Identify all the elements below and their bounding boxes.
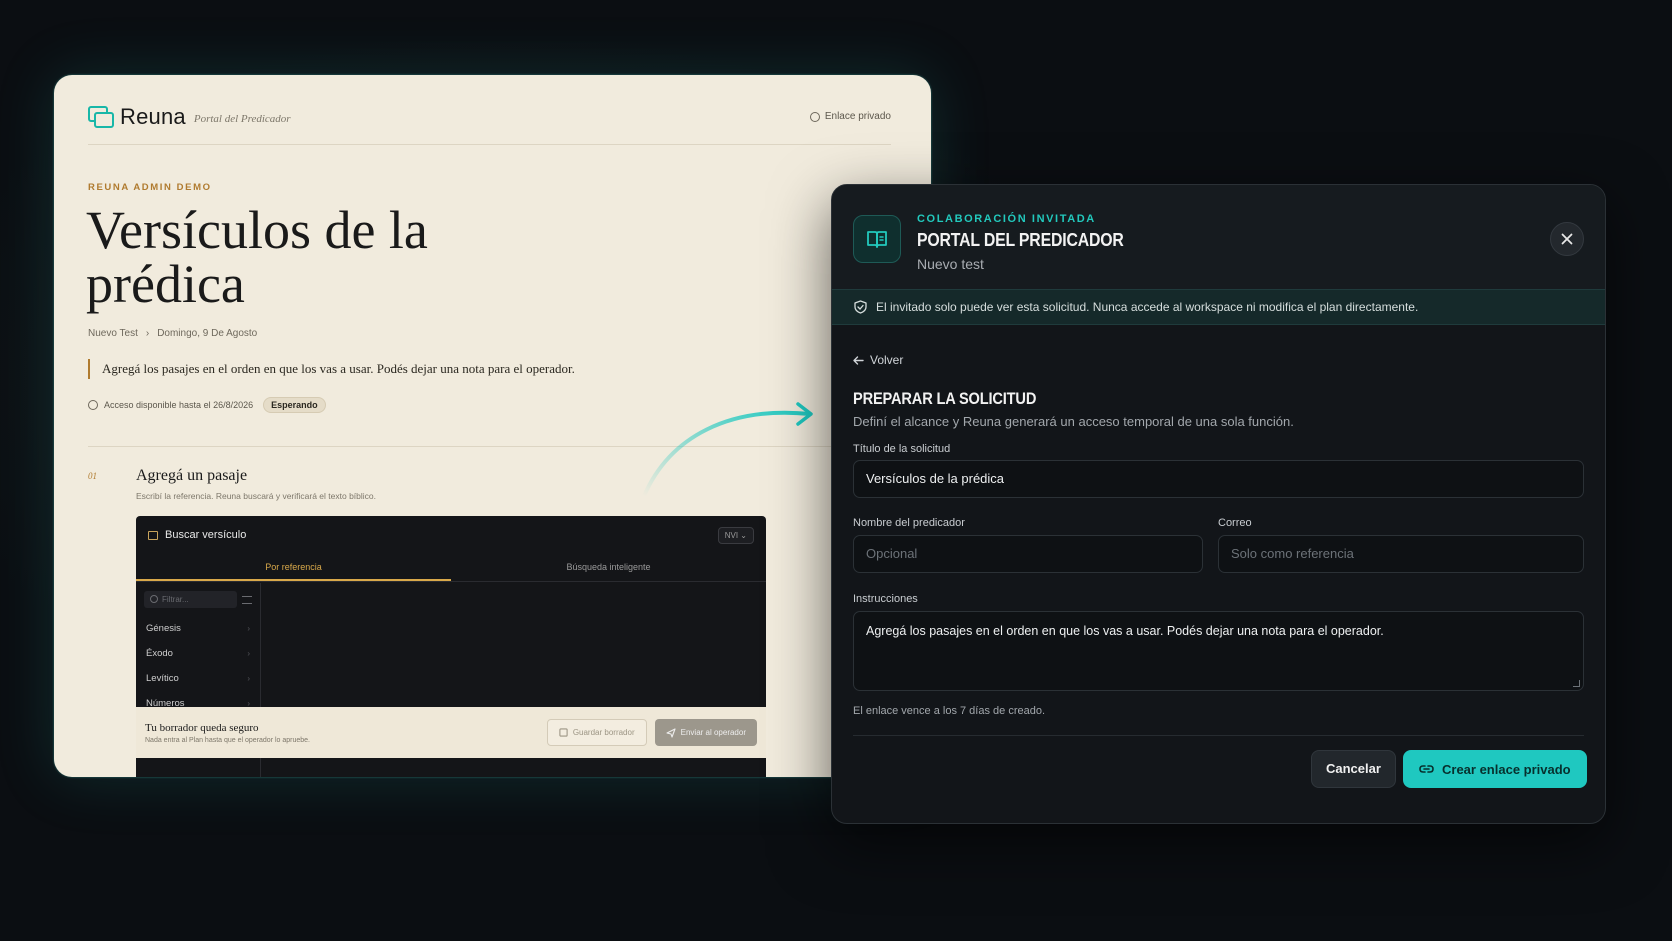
permission-notice-text: El invitado solo puede ver esta solicitu…: [876, 300, 1419, 314]
back-link[interactable]: Volver: [853, 353, 903, 367]
breadcrumb-separator: ›: [145, 328, 150, 339]
back-label: Volver: [870, 353, 904, 367]
lock-icon: [809, 111, 820, 122]
book-item[interactable]: Génesis ›: [136, 616, 260, 641]
book-filter-input[interactable]: Filtrar...: [144, 591, 237, 608]
create-private-link-button[interactable]: Crear enlace privado: [1403, 750, 1587, 788]
step-number: 01: [88, 471, 97, 481]
book-item[interactable]: Éxodo ›: [136, 641, 260, 666]
access-info: Acceso disponible hasta el 26/8/2026 Esp…: [88, 397, 326, 413]
verse-search-header: Buscar versículo NVI ⌄: [136, 516, 766, 554]
draft-subtitle: Nada entra al Plan hasta que el operador…: [145, 736, 311, 744]
request-title-input[interactable]: Versículos de la prédica: [853, 460, 1584, 498]
save-icon: [559, 728, 568, 737]
book-item-label: Levítico: [146, 673, 179, 684]
create-link-modal: COLABORACIÓN INVITADA PORTAL DEL PREDICA…: [831, 184, 1606, 824]
chevron-right-icon: ›: [247, 649, 250, 658]
search-tabs: Por referencia Búsqueda inteligente: [136, 554, 766, 582]
instructions-textarea[interactable]: Agregá los pasajes en el orden en que lo…: [853, 611, 1584, 691]
breadcrumb-date: Domingo, 9 De Agosto: [157, 328, 258, 339]
status-badge: Esperando: [263, 397, 326, 413]
page-title: Versículos de la prédica: [86, 200, 428, 314]
step-subtitle: Escribí la referencia. Reuna buscará y v…: [136, 491, 377, 501]
private-link-label: Enlace privado: [824, 111, 891, 122]
list-icon[interactable]: [242, 595, 252, 604]
send-label: Enviar al operador: [680, 728, 746, 737]
close-button[interactable]: [1550, 222, 1584, 256]
modal-subtitle: Nuevo test: [917, 256, 984, 272]
link-icon: [1419, 765, 1434, 773]
cancel-button[interactable]: Cancelar: [1311, 750, 1396, 788]
request-title-label: Título de la solicitud: [853, 443, 951, 455]
section-title: PREPARAR LA SOLICITUD: [853, 389, 1037, 408]
shield-check-icon: [854, 300, 867, 314]
portal-header: Reuna Portal del Predicador Enlace priva…: [88, 89, 891, 145]
tab-smart-search[interactable]: Búsqueda inteligente: [451, 554, 766, 581]
preacher-name-input[interactable]: Opcional: [853, 535, 1203, 573]
step-title: Agregá un pasaje: [136, 467, 248, 484]
book-item[interactable]: Levítico ›: [136, 666, 260, 691]
save-draft-button[interactable]: Guardar borrador: [546, 719, 647, 746]
close-icon: [1561, 233, 1573, 245]
send-icon: [666, 727, 676, 738]
breadcrumb-test: Nuevo Test: [88, 328, 138, 339]
private-link-indicator: Enlace privado: [809, 111, 891, 122]
book-item-label: Éxodo: [146, 648, 173, 659]
tab-by-reference[interactable]: Por referencia: [136, 554, 451, 581]
draft-info: Tu borrador queda seguro Nada entra al P…: [145, 722, 310, 744]
section-subtitle: Definí el alcance y Reuna generará un ac…: [853, 414, 1294, 429]
chevron-right-icon: ›: [247, 674, 250, 683]
breadcrumb: Nuevo Test › Domingo, 9 De Agosto: [88, 328, 257, 339]
email-input[interactable]: Solo como referencia: [1218, 535, 1584, 573]
instructions-label: Instrucciones: [853, 593, 918, 605]
open-book-icon: [853, 215, 901, 263]
portal-eyebrow: REUNA ADMIN DEMO: [88, 182, 212, 193]
send-to-operator-button[interactable]: Enviar al operador: [654, 719, 757, 746]
brand-subtitle: Portal del Predicador: [193, 112, 291, 125]
expiry-note: El enlace vence a los 7 días de creado.: [853, 705, 1046, 717]
email-label: Correo: [1218, 517, 1252, 529]
book-icon: [148, 530, 158, 540]
draft-footer: Tu borrador queda seguro Nada entra al P…: [136, 707, 766, 758]
reuna-logo-icon: [88, 105, 114, 128]
footer-divider: [853, 735, 1584, 736]
chevron-right-icon: ›: [247, 624, 250, 633]
bible-version-select[interactable]: NVI ⌄: [717, 526, 754, 544]
preacher-name-label: Nombre del predicador: [853, 517, 965, 529]
brand-name: Reuna: [120, 103, 186, 129]
instructions-quote: Agregá los pasajes en el orden en que lo…: [88, 359, 575, 379]
modal-eyebrow: COLABORACIÓN INVITADA: [917, 213, 1096, 225]
modal-header: COLABORACIÓN INVITADA PORTAL DEL PREDICA…: [832, 185, 1605, 289]
permission-notice: El invitado solo puede ver esta solicitu…: [832, 289, 1605, 325]
modal-title: PORTAL DEL PREDICADOR: [917, 230, 1124, 250]
draft-title: Tu borrador queda seguro: [145, 721, 259, 734]
create-private-link-label: Crear enlace privado: [1442, 761, 1571, 777]
save-draft-label: Guardar borrador: [572, 728, 635, 737]
verse-search-panel: Buscar versículo NVI ⌄ Por referencia Bú…: [136, 516, 766, 777]
book-filter-row: Filtrar...: [144, 591, 252, 608]
clock-icon: [88, 400, 98, 410]
access-expiry: Acceso disponible hasta el 26/8/2026: [104, 400, 254, 410]
book-item-label: Génesis: [146, 623, 181, 634]
flow-arrow-icon: [642, 402, 813, 498]
arrow-left-icon: [853, 355, 864, 365]
verse-search-title: Buscar versículo: [165, 529, 247, 541]
